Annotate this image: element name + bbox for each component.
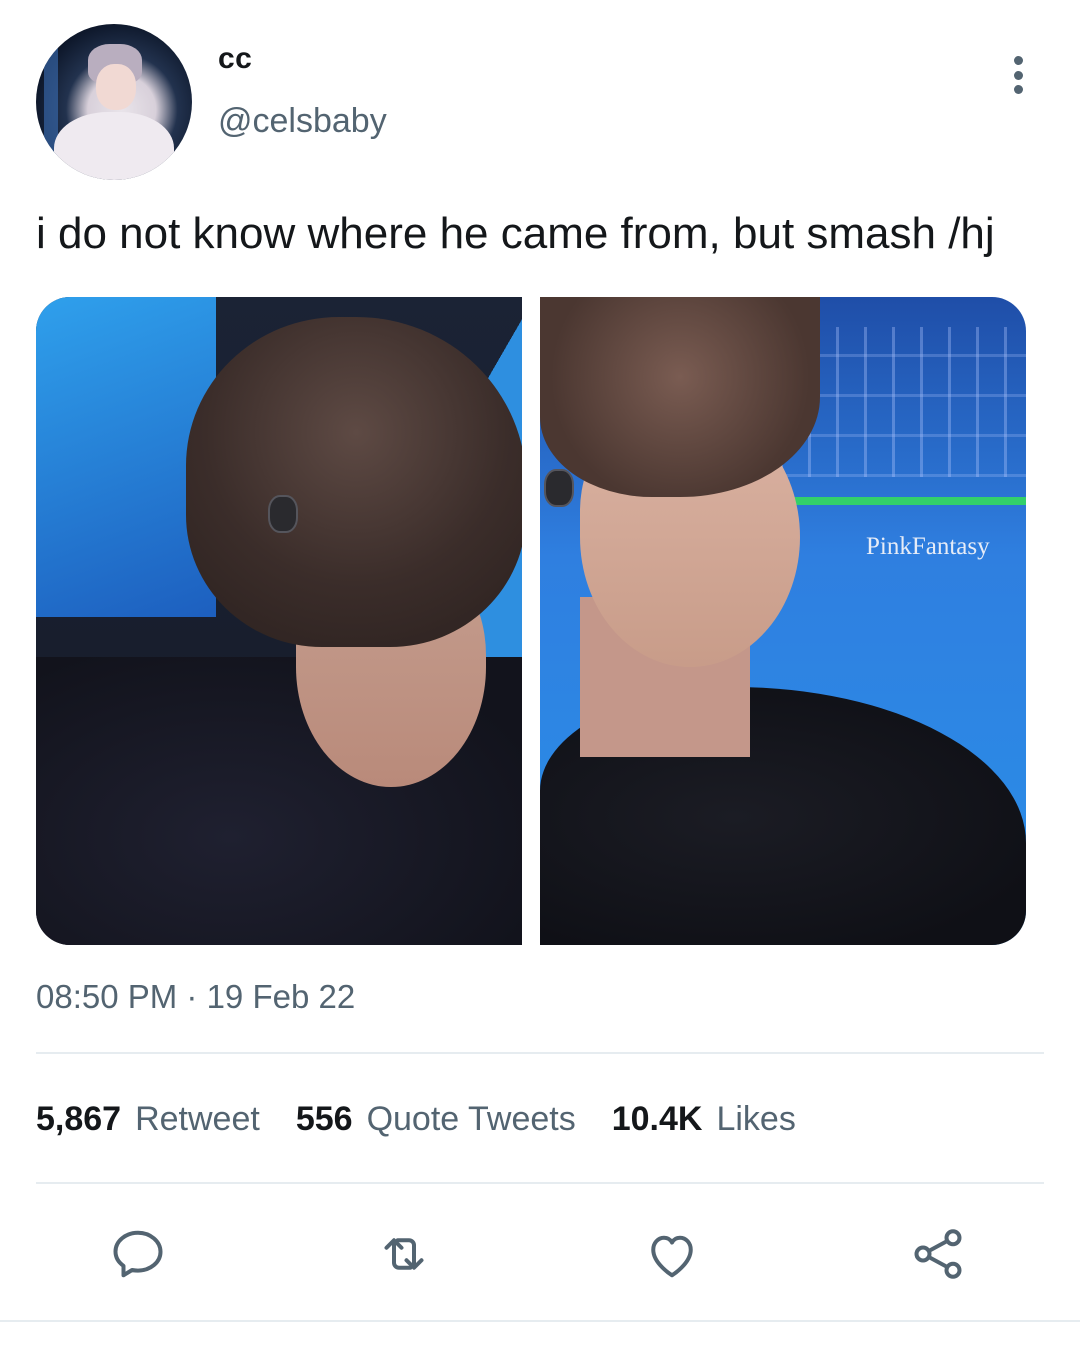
- avatar-figure-coat: [54, 112, 174, 180]
- tweet-stats: 5,867 Retweet 556 Quote Tweets 10.4K Lik…: [36, 1100, 832, 1139]
- share-button[interactable]: [906, 1222, 970, 1286]
- retweet-button[interactable]: [372, 1222, 436, 1286]
- divider: [36, 1182, 1044, 1184]
- more-dot: [1013, 85, 1023, 94]
- likes-stat[interactable]: 10.4K Likes: [612, 1100, 796, 1139]
- share-icon: [914, 1229, 962, 1279]
- retweet-label: Retweet: [135, 1100, 260, 1138]
- tweet-media: PinkFantasy: [36, 297, 1026, 945]
- retweet-stat[interactable]: 5,867 Retweet: [36, 1100, 260, 1139]
- reply-button[interactable]: [106, 1222, 170, 1286]
- display-name[interactable]: cc: [218, 42, 252, 76]
- media-photo-right[interactable]: PinkFantasy: [540, 297, 1026, 945]
- quote-label: Quote Tweets: [366, 1100, 576, 1138]
- reply-icon: [113, 1230, 163, 1278]
- tweet-detail: cc @celsbaby i do not know where he came…: [0, 0, 1080, 1347]
- likes-count: 10.4K: [611, 1100, 703, 1138]
- like-button[interactable]: [640, 1222, 704, 1286]
- avatar[interactable]: [36, 24, 192, 180]
- quote-stat[interactable]: 556 Quote Tweets: [296, 1100, 576, 1139]
- quote-count: 556: [295, 1100, 353, 1138]
- heart-icon: [651, 1235, 693, 1278]
- tweet-timestamp[interactable]: 08:50 PM · 19 Feb 22: [36, 978, 355, 1016]
- photo-watermark: PinkFantasy: [866, 533, 990, 560]
- more-dot: [1013, 70, 1023, 80]
- in-ear-monitor: [268, 495, 298, 533]
- retweet-count: 5,867: [36, 1100, 122, 1138]
- divider: [0, 1320, 1080, 1322]
- retweet-icon: [384, 1238, 424, 1270]
- media-photo-left[interactable]: [36, 297, 522, 945]
- more-options-icon[interactable]: [996, 50, 1040, 100]
- tweet-text: i do not know where he came from, but sm…: [36, 209, 995, 258]
- more-dot: [1013, 56, 1023, 65]
- likes-label: Likes: [716, 1100, 796, 1138]
- avatar-figure-face: [96, 64, 136, 110]
- divider: [36, 1052, 1044, 1054]
- user-handle[interactable]: @celsbaby: [218, 102, 387, 141]
- photo-hair: [186, 317, 522, 647]
- photo-hair: [540, 297, 820, 497]
- in-ear-monitor: [544, 469, 574, 507]
